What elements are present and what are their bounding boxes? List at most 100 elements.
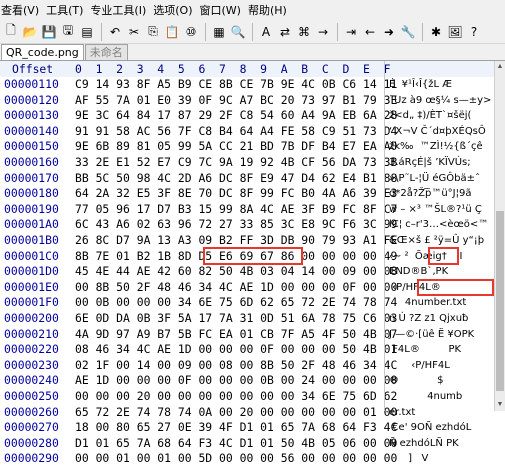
tab-qr-code[interactable]: QR_code.png: [1, 44, 84, 60]
hex-row[interactable]: 00000190 77 05 96 17 D7 B3 15 99 8A 4C AE…: [0, 202, 494, 218]
row-ascii[interactable]: 4numb: [389, 389, 493, 405]
row-hex-bytes[interactable]: 08 46 34 4C AE 1D 00 00 00 0F 00 00 00 5…: [75, 342, 397, 358]
hex-row[interactable]: 00000120 AF 55 7A 01 E0 39 0F 9C A7 BC 20…: [0, 93, 494, 109]
row-hex-bytes[interactable]: 18 00 80 65 27 0E 39 4F D1 01 65 7A 68 6…: [75, 420, 397, 436]
menu-options[interactable]: 选项(O): [152, 2, 198, 18]
hex-row[interactable]: 00000270 18 00 80 65 27 0E 39 4F D1 01 65…: [0, 420, 494, 436]
row-ascii[interactable]: Ñ ezhdóLÑ PK: [389, 436, 493, 452]
row-hex-bytes[interactable]: 9E 6B 89 81 05 99 5A CC 21 BD 7B DF B4 E…: [75, 139, 397, 155]
scroll-up-icon[interactable]: ▲: [496, 63, 504, 71]
hex-row[interactable]: 00000220 08 46 34 4C AE 1D 00 00 00 0F 00…: [0, 342, 494, 358]
row-ascii[interactable]: d*2å?Žp܏™ü°J¦9ã: [389, 186, 493, 202]
tab-untitled[interactable]: 未命名: [84, 44, 128, 60]
cut-icon[interactable]: ✂: [125, 23, 143, 41]
hex-row[interactable]: 00000180 64 2A 32 E5 3F 8E 70 DC 8F 99 FC…: [0, 186, 494, 202]
row-hex-bytes[interactable]: AE 1D 00 00 00 0F 00 00 00 0B 00 24 00 0…: [75, 373, 397, 389]
hex-row[interactable]: 00000170 BB 5C 50 98 4C 2D A6 DC 8F E9 47…: [0, 171, 494, 187]
row-hex-bytes[interactable]: 65 72 2E 74 78 74 0A 00 20 00 00 00 00 0…: [75, 405, 397, 421]
hex-row[interactable]: 00000200 6E 0D DA 0B 3F 5A 17 7A 31 0D 51…: [0, 311, 494, 327]
row-ascii[interactable]: ® $: [389, 373, 493, 389]
row-ascii[interactable]: ‹~ ² Õæig† I: [389, 249, 493, 265]
undo-icon[interactable]: ↶: [106, 23, 124, 41]
row-ascii[interactable]: ] V: [389, 451, 493, 467]
hex-row[interactable]: 000001A0 6C 43 A6 02 63 96 72 27 33 85 3C…: [0, 217, 494, 233]
row-hex-bytes[interactable]: 6C 43 A6 02 63 96 72 27 33 85 3C E8 9C F…: [75, 217, 397, 233]
tools-icon[interactable]: 🔧: [399, 23, 417, 41]
scrollbar-thumb[interactable]: [496, 211, 504, 391]
hex-row[interactable]: 00000160 33 2E E1 52 E7 C9 7C 9A 19 92 4B…: [0, 155, 494, 171]
help-icon[interactable]: ?: [465, 23, 483, 41]
row-ascii[interactable]: »\P˜L-¦Ü éGÔbä±ˆ: [389, 171, 493, 187]
row-hex-bytes[interactable]: 02 1F 00 14 00 09 00 08 00 8B 50 2F 48 4…: [75, 358, 397, 374]
row-hex-bytes[interactable]: 91 91 58 AC 56 7F C8 B4 64 A4 FE 58 C9 5…: [75, 124, 397, 140]
goto-offset-icon[interactable]: ⇥: [342, 23, 360, 41]
menu-pro-tools[interactable]: 专业工具(I): [89, 2, 152, 18]
row-ascii[interactable]: n Ú ?Z z1 Qjxuƀ: [389, 311, 493, 327]
hex-row[interactable]: 000001C0 8B 7E 01 B2 1B 8D D5 E6 69 67 86…: [0, 249, 494, 265]
hex-row[interactable]: 00000260 65 72 2E 74 78 74 0A 00 20 00 00…: [0, 405, 494, 421]
copy-icon[interactable]: ⎘: [144, 23, 162, 41]
row-hex-bytes[interactable]: 45 4E 44 AE 42 60 82 50 4B 03 04 14 00 0…: [75, 264, 397, 280]
row-hex-bytes[interactable]: 4A 9D 97 A9 B7 5B FC EA 01 CB 7F A5 4F 5…: [75, 327, 397, 343]
row-hex-bytes[interactable]: 00 00 00 20 00 00 00 00 00 00 00 34 6E 7…: [75, 389, 397, 405]
row-hex-bytes[interactable]: 33 2E E1 52 E7 C9 7C 9A 19 92 4B CF 56 D…: [75, 155, 397, 171]
menu-view[interactable]: 查看(V): [0, 2, 45, 18]
row-ascii[interactable]: ‘‘X¬V Č´d¤þXÉQsÔ: [389, 124, 493, 140]
hex-row[interactable]: 00000150 9E 6B 89 81 05 99 5A CC 21 BD 7B…: [0, 139, 494, 155]
replace-icon[interactable]: ⇄: [276, 23, 294, 41]
row-hex-bytes[interactable]: C9 14 93 8F A5 B9 CE 8B CE 7B 9E 4C 0B C…: [75, 77, 397, 93]
hex-row[interactable]: 00000250 00 00 00 20 00 00 00 00 00 00 00…: [0, 389, 494, 405]
row-ascii[interactable]: ¯Uz à9 œ§¼ s—±y>: [389, 93, 493, 109]
hex-row[interactable]: 00000130 9E 3C 64 84 17 87 29 2F C8 54 60…: [0, 108, 494, 124]
row-ascii[interactable]: F4L® PK: [389, 342, 493, 358]
gallery-icon[interactable]: 🖼: [446, 23, 464, 41]
hex-row[interactable]: 000001D0 45 4E 44 AE 42 60 82 50 4B 03 04…: [0, 264, 494, 280]
back-icon[interactable]: ←: [361, 23, 379, 41]
hex-row[interactable]: 00000280 D1 01 65 7A 68 64 F3 4C D1 01 50…: [0, 436, 494, 452]
find-text-icon[interactable]: A: [257, 23, 275, 41]
hex-row[interactable]: 000001B0 26 8C D7 9A 13 A3 09 B2 FF 3D DB…: [0, 233, 494, 249]
row-hex-bytes[interactable]: D1 01 65 7A 68 64 F3 4C D1 01 50 4B 05 0…: [75, 436, 397, 452]
hex-row[interactable]: 00000240 AE 1D 00 00 00 0F 00 00 00 0B 00…: [0, 373, 494, 389]
hex-editor[interactable]: Offset 0 1 2 3 4 5 6 7 8 9 A B C D E F 0…: [0, 61, 494, 465]
paste-icon[interactable]: 📋: [163, 23, 181, 41]
row-ascii[interactable]: 3.áRçÉ|š ’KÏVÚs;: [389, 155, 493, 171]
row-hex-bytes[interactable]: 64 2A 32 E5 3F 8E 70 DC 8F 99 FC B0 4A A…: [75, 186, 397, 202]
menu-help[interactable]: 帮助(H): [247, 2, 293, 18]
new-file-icon[interactable]: 🗋: [2, 23, 20, 41]
row-ascii[interactable]: er.txt: [389, 405, 493, 421]
row-ascii[interactable]: END®B`‚PK: [389, 264, 493, 280]
row-hex-bytes[interactable]: 00 8B 50 2F 48 46 34 4C AE 1D 00 00 00 0…: [75, 280, 397, 296]
open-drive-icon[interactable]: 💾: [40, 23, 58, 41]
vertical-scrollbar[interactable]: ▲ ▼: [494, 61, 505, 411]
hex-row[interactable]: 00000110 C9 14 93 8F A5 B9 CE 8B CE 7B 9E…: [0, 77, 494, 93]
row-ascii[interactable]: 4number.txt: [389, 295, 493, 311]
hex-row[interactable]: 00000230 02 1F 00 14 00 09 00 08 00 8B 50…: [0, 358, 494, 374]
row-ascii[interactable]: w – ×³ ™ŠL®?¹ü Ç: [389, 202, 493, 218]
binary-icon[interactable]: ⑩: [182, 23, 200, 41]
row-ascii[interactable]: &Œ×š £ ²ÿ=Û y“¡þ: [389, 233, 493, 249]
properties-icon[interactable]: ▤: [78, 23, 96, 41]
menu-tools[interactable]: 工具(T): [45, 2, 89, 18]
hex-row[interactable]: 000001E0 00 8B 50 2F 48 46 34 4C AE 1D 00…: [0, 280, 494, 296]
row-ascii[interactable]: žk‰ ™ZÌ!½{ß´çê: [389, 139, 493, 155]
open-file-icon[interactable]: 📂: [21, 23, 39, 41]
row-ascii[interactable]: ‹P/HF4L®: [389, 280, 493, 296]
goto-icon[interactable]: →: [314, 23, 332, 41]
row-hex-bytes[interactable]: AF 55 7A 01 E0 39 0F 9C A7 BC 20 73 97 B…: [75, 93, 397, 109]
find-hex-icon[interactable]: ⌘: [295, 23, 313, 41]
row-ascii[interactable]: ž<d„ ‡)/ÈT`¤šëj(: [389, 108, 493, 124]
copy-hex-icon[interactable]: ▦: [210, 23, 228, 41]
row-ascii[interactable]: €e' 9OÑ ezhdóL: [389, 420, 493, 436]
hex-row[interactable]: 000001F0 00 0B 00 00 00 34 6E 75 6D 62 65…: [0, 295, 494, 311]
row-hex-bytes[interactable]: 9E 3C 64 84 17 87 29 2F C8 54 60 A4 9A E…: [75, 108, 397, 124]
find-icon[interactable]: 🔍: [229, 23, 247, 41]
row-ascii[interactable]: lC¦ c–r'3…<èœö<™: [389, 217, 493, 233]
hex-row[interactable]: 00000210 4A 9D 97 A9 B7 5B FC EA 01 CB 7F…: [0, 327, 494, 343]
row-hex-bytes[interactable]: 00 00 01 00 01 00 5D 00 00 00 56 00 00 0…: [75, 451, 397, 467]
hex-row[interactable]: 00000140 91 91 58 AC 56 7F C8 B4 64 A4 FE…: [0, 124, 494, 140]
row-ascii[interactable]: ‹P/HF4L: [389, 358, 493, 374]
row-hex-bytes[interactable]: 8B 7E 01 B2 1B 8D D5 E6 69 67 86 00 00 0…: [75, 249, 397, 265]
row-ascii[interactable]: É ¥¹Î‹Î{žL Æ: [389, 77, 493, 93]
row-ascii[interactable]: J —©·[üê Ë ¥OPK: [389, 327, 493, 343]
